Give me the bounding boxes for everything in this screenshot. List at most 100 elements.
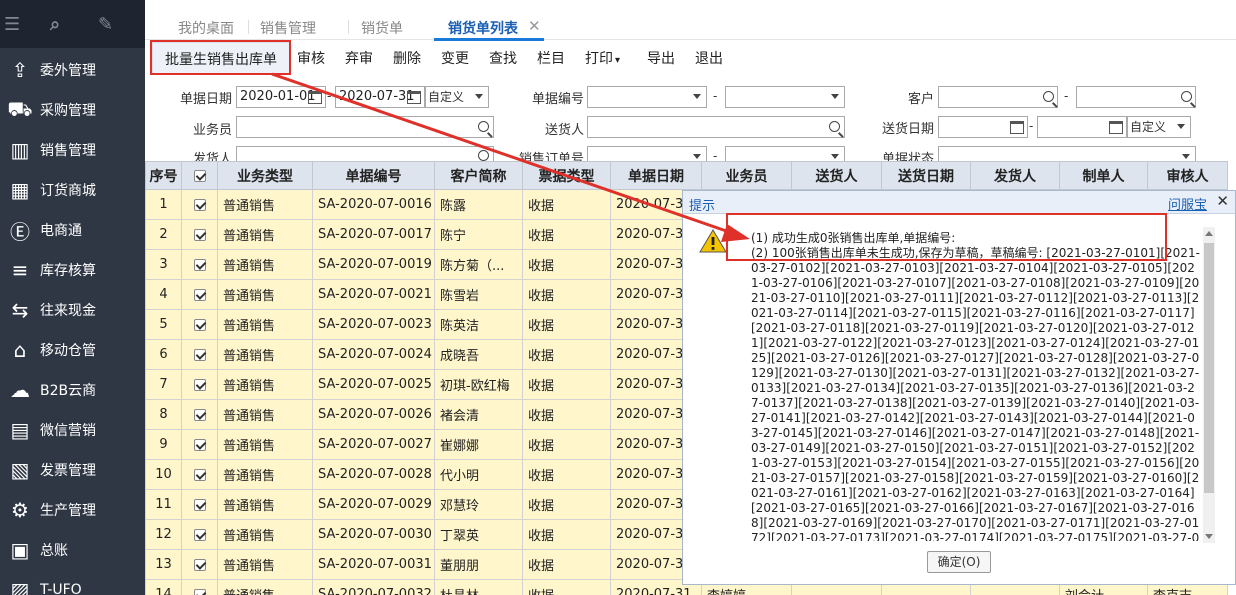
sidebar-item-9[interactable]: ▤ 微信营销 xyxy=(0,410,145,450)
checkbox-checked-icon[interactable] xyxy=(193,348,206,361)
change-button[interactable]: 变更 xyxy=(441,48,469,68)
tab-sales-management[interactable]: 销售管理 xyxy=(260,18,316,38)
delivery-date-mode-select[interactable]: 自定义 xyxy=(1127,116,1191,138)
row-checkbox[interactable] xyxy=(181,309,218,340)
search-icon[interactable] xyxy=(478,150,489,161)
checkbox-checked-icon[interactable] xyxy=(193,318,206,331)
checkbox-checked-icon[interactable] xyxy=(193,528,206,541)
row-checkbox[interactable] xyxy=(181,519,218,550)
checkbox-checked-icon[interactable] xyxy=(193,498,206,511)
mobile-warehouse-icon: ⌂ xyxy=(13,338,27,362)
scroll-up-icon[interactable] xyxy=(1205,231,1213,236)
audit-button[interactable]: 审核 xyxy=(297,48,325,68)
search-icon[interactable] xyxy=(1043,91,1054,102)
col-header-biz-type[interactable]: 业务类型 xyxy=(217,161,313,190)
col-header-doc-no[interactable]: 单据编号 xyxy=(312,161,435,190)
checkbox-checked-icon[interactable] xyxy=(193,228,206,241)
sidebar-item-0[interactable]: ⇪ 委外管理 xyxy=(0,50,145,90)
search-icon[interactable] xyxy=(1181,91,1192,102)
ok-button[interactable]: 确定(O) xyxy=(927,551,991,573)
sidebar-item-12[interactable]: ▣ 总账 xyxy=(0,530,145,570)
row-checkbox[interactable] xyxy=(181,399,218,430)
sidebar-item-3[interactable]: ▦ 订货商城 xyxy=(0,170,145,210)
col-header-maker[interactable]: 制单人 xyxy=(1059,161,1148,190)
checkbox-checked-icon[interactable] xyxy=(193,438,206,451)
col-header-delivery-person[interactable]: 送货人 xyxy=(791,161,882,190)
toolbar: 批量生销售出库单 审核 弃审 删除 变更 查找 栏目 打印 ▾ 导出 退出 xyxy=(145,40,1236,76)
cell-customer: 陈露 xyxy=(434,189,523,220)
search-icon[interactable] xyxy=(829,121,840,132)
tab-sales-doc[interactable]: 销货单 xyxy=(361,18,403,38)
close-icon[interactable]: ✕ xyxy=(528,17,541,35)
checkbox-checked-icon[interactable] xyxy=(193,588,206,595)
sidebar-item-2[interactable]: ▥ 销售管理 xyxy=(0,130,145,170)
sidebar-item-11[interactable]: ⚙ 生产管理 xyxy=(0,490,145,530)
row-checkbox[interactable] xyxy=(181,429,218,460)
row-number: 9 xyxy=(145,429,182,460)
checkbox-checked-icon[interactable] xyxy=(193,408,206,421)
date-mode-select[interactable]: 自定义 xyxy=(425,86,489,108)
doc-no-from-select[interactable] xyxy=(587,86,707,108)
search-icon[interactable] xyxy=(478,121,489,132)
col-header-auditor[interactable]: 审核人 xyxy=(1147,161,1228,190)
row-checkbox[interactable] xyxy=(181,219,218,250)
col-header-no[interactable]: 序号 xyxy=(145,161,182,190)
sidebar-item-4[interactable]: Ⓔ 电商通 xyxy=(0,210,145,250)
row-checkbox[interactable] xyxy=(181,189,218,220)
row-checkbox[interactable] xyxy=(181,549,218,580)
row-checkbox[interactable] xyxy=(181,339,218,370)
checkbox-checked-icon[interactable] xyxy=(193,288,206,301)
sidebar-item-5[interactable]: ≡ 库存核算 xyxy=(0,250,145,290)
sidebar-item-10[interactable]: ▧ 发票管理 xyxy=(0,450,145,490)
col-header-salesperson[interactable]: 业务员 xyxy=(701,161,792,190)
checkbox-checked-icon[interactable] xyxy=(193,468,206,481)
help-link[interactable]: 问服宝 xyxy=(1168,194,1207,213)
sidebar-item-13[interactable]: ▨ T-UFO xyxy=(0,570,145,595)
sidebar-item-6[interactable]: ⇆ 往来现金 xyxy=(0,290,145,330)
select-all-checkbox[interactable] xyxy=(181,161,218,190)
salesperson-input[interactable] xyxy=(236,116,494,138)
close-icon[interactable]: ✕ xyxy=(1216,192,1229,210)
checkbox-checked-icon[interactable] xyxy=(193,558,206,571)
customer-from-input[interactable] xyxy=(938,86,1058,108)
print-button[interactable]: 打印 ▾ xyxy=(585,48,620,68)
tab-desktop[interactable]: 我的桌面 xyxy=(178,18,234,38)
exit-button[interactable]: 退出 xyxy=(695,48,723,68)
customer-to-input[interactable] xyxy=(1076,86,1196,108)
row-checkbox[interactable] xyxy=(181,249,218,280)
search-icon[interactable]: ⌕ xyxy=(50,14,60,35)
dialog-scrollbar[interactable] xyxy=(1203,227,1215,543)
checkbox-checked-icon[interactable] xyxy=(193,258,206,271)
row-checkbox[interactable] xyxy=(181,459,218,490)
col-header-delivery-date[interactable]: 送货日期 xyxy=(881,161,971,190)
delivery-person-input[interactable] xyxy=(587,116,845,138)
calendar-icon[interactable] xyxy=(308,91,322,104)
col-header-customer[interactable]: 客户简称 xyxy=(434,161,523,190)
checkbox-checked-icon[interactable] xyxy=(193,378,206,391)
col-header-bill-type[interactable]: 票据类型 xyxy=(522,161,611,190)
doc-no-to-select[interactable] xyxy=(725,86,845,108)
row-checkbox[interactable] xyxy=(181,279,218,310)
calendar-icon[interactable] xyxy=(1109,121,1123,134)
scroll-down-icon[interactable] xyxy=(1205,534,1213,539)
calendar-icon[interactable] xyxy=(1010,121,1024,134)
row-checkbox[interactable] xyxy=(181,489,218,520)
edit-icon[interactable]: ✎ xyxy=(98,14,113,35)
sidebar-item-1[interactable]: ⛟ 采购管理 xyxy=(0,90,145,130)
calendar-icon[interactable] xyxy=(407,91,421,104)
delete-button[interactable]: 删除 xyxy=(393,48,421,68)
sidebar-item-8[interactable]: ☁ B2B云商 xyxy=(0,370,145,410)
row-checkbox[interactable] xyxy=(181,579,218,595)
scroll-thumb[interactable] xyxy=(1204,243,1214,493)
col-header-doc-date[interactable]: 单据日期 xyxy=(610,161,702,190)
find-button[interactable]: 查找 xyxy=(489,48,517,68)
tab-sales-doc-list[interactable]: 销货单列表 xyxy=(448,18,518,38)
columns-button[interactable]: 栏目 xyxy=(537,48,565,68)
export-button[interactable]: 导出 xyxy=(647,48,675,68)
col-header-shipper[interactable]: 发货人 xyxy=(970,161,1060,190)
checkbox-checked-icon[interactable] xyxy=(193,198,206,211)
sidebar-item-7[interactable]: ⌂ 移动仓管 xyxy=(0,330,145,370)
row-checkbox[interactable] xyxy=(181,369,218,400)
menu-icon[interactable]: ☰ xyxy=(4,14,20,35)
abandon-audit-button[interactable]: 弃审 xyxy=(345,48,373,68)
